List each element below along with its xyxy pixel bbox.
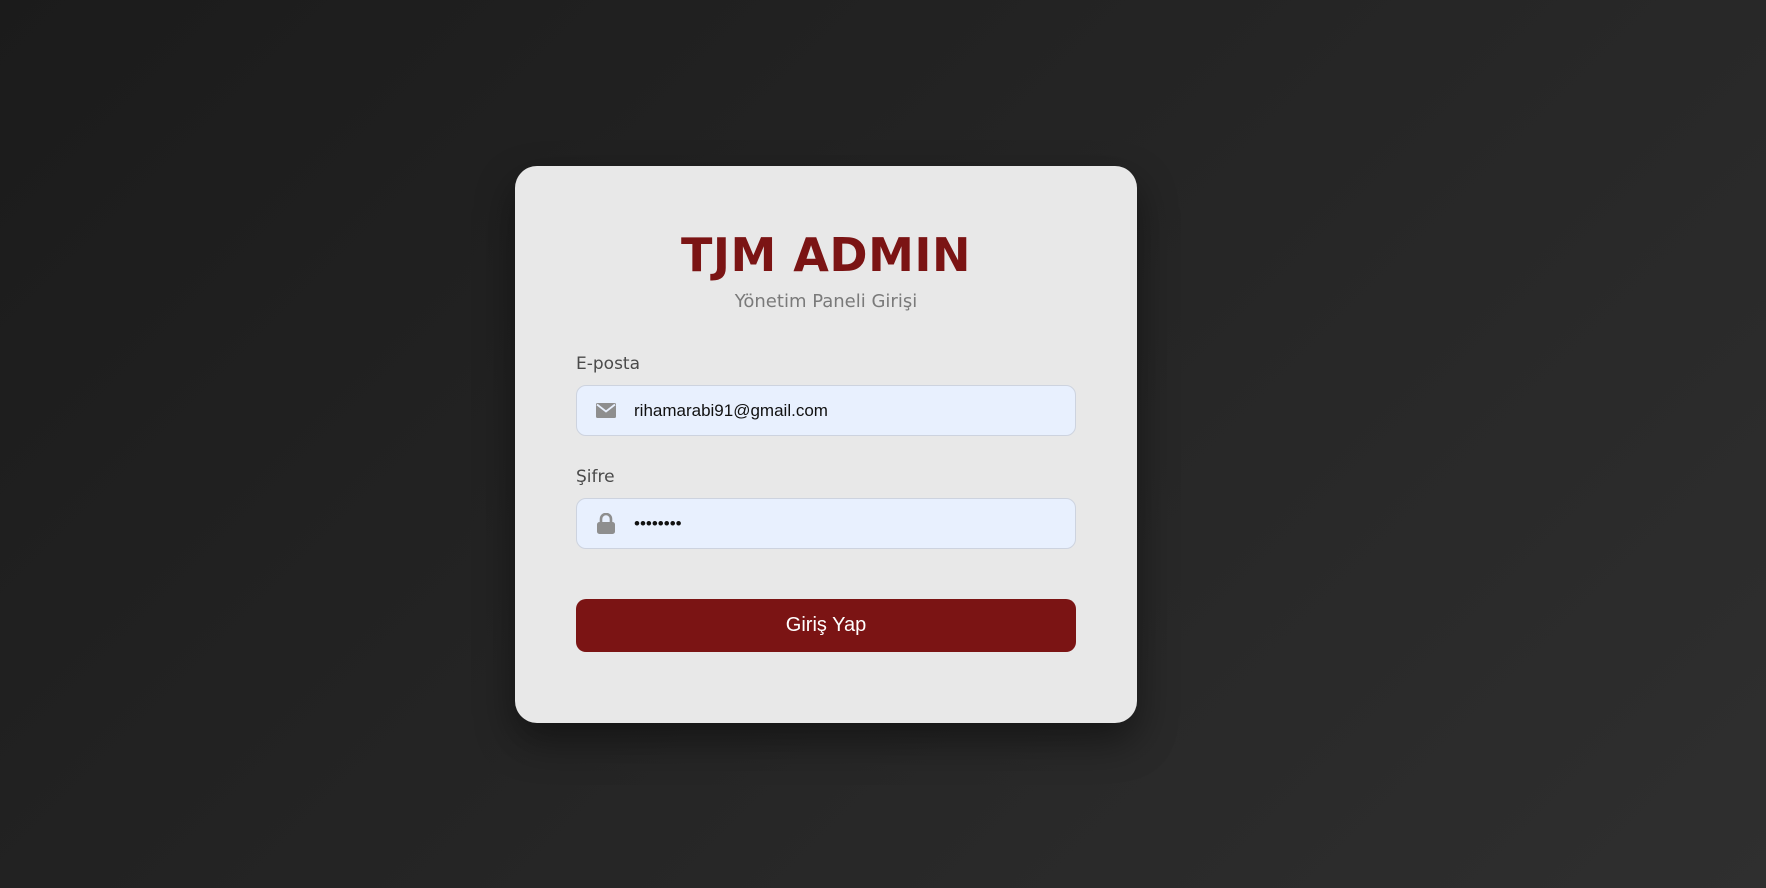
email-label: E-posta — [576, 354, 641, 374]
login-button[interactable]: Giriş Yap — [576, 599, 1076, 652]
envelope-icon — [595, 400, 617, 422]
password-field[interactable] — [577, 499, 1075, 548]
lock-icon — [595, 513, 617, 535]
password-group: Şifre — [576, 467, 1076, 549]
email-input-wrapper — [576, 385, 1076, 436]
login-card: TJM ADMIN Yönetim Paneli Girişi E-posta … — [515, 166, 1137, 723]
email-field[interactable] — [577, 386, 1075, 435]
password-input-wrapper — [576, 498, 1076, 549]
password-label: Şifre — [576, 467, 615, 487]
app-title: TJM ADMIN — [681, 228, 971, 282]
login-subtitle: Yönetim Paneli Girişi — [734, 291, 918, 312]
email-group: E-posta — [576, 354, 1076, 436]
